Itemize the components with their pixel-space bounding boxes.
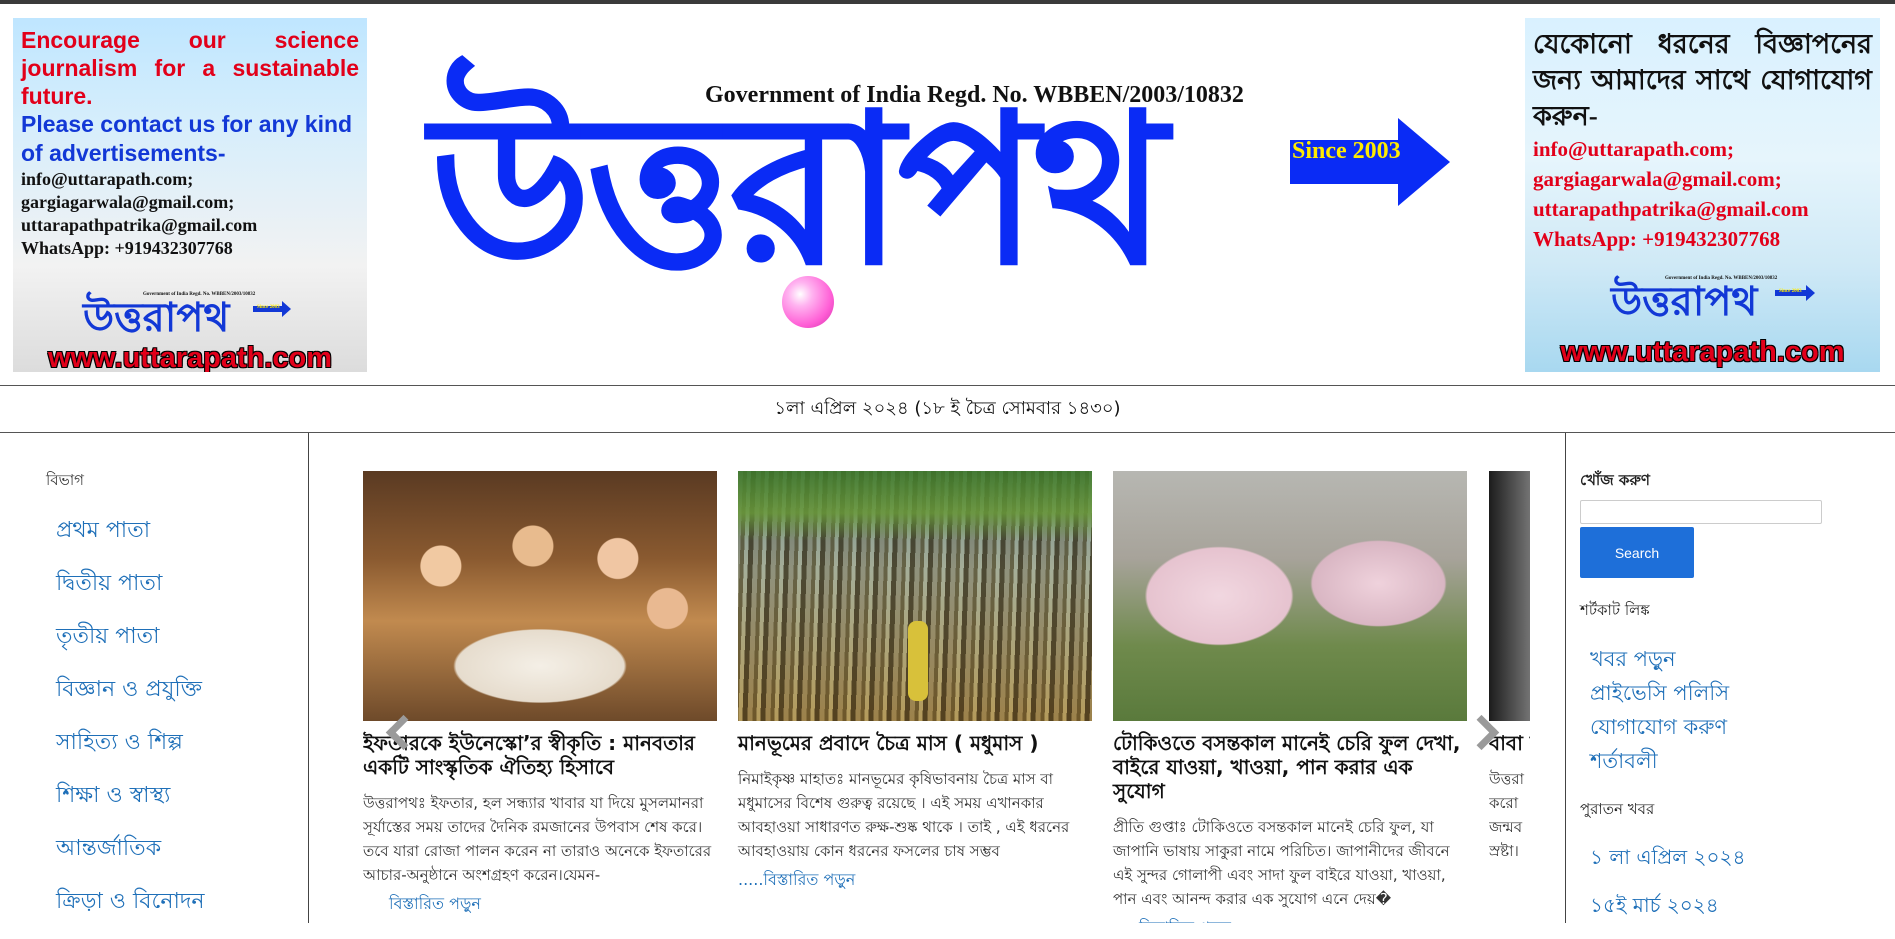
ad-headline: Encourage our science journalism for a s… — [21, 27, 359, 109]
news-title[interactable]: ইফতারকে ইউনেস্কো’র স্বীকৃতি : মানবতার এক… — [363, 731, 717, 779]
current-date: ১লা এপ্রিল ২০২৪ (১৮ ই চৈত্র সোমবার ১৪৩০) — [774, 397, 1121, 419]
category-heading: বিভাগ — [46, 471, 84, 489]
advertisement-left[interactable]: Encourage our science journalism for a s… — [13, 18, 367, 372]
news-image-portrait[interactable] — [1489, 471, 1530, 721]
news-card[interactable]: ইফতারকে ইউনেস্কো’র স্বীকৃতি : মানবতার এক… — [363, 471, 717, 918]
archive-list: ১ লা এপ্রিল ২০২৪ ১৫ই মার্চ ২০২৪ — [1590, 843, 1746, 939]
date-bar: ১লা এপ্রিল ২০২৪ (১৮ ই চৈত্র সোমবার ১৪৩০) — [0, 385, 1895, 433]
news-excerpt: উত্তরাপথঃ ইফতার, হল সন্ধ্যার খাবার যা দি… — [363, 794, 712, 884]
shortcut-heading: শর্টকাট লিঙ্ক — [1580, 601, 1650, 619]
category-item-third-page[interactable]: তৃতীয় পাতা — [56, 619, 205, 672]
logo-wordmark: উত্তরাপথ — [430, 70, 1167, 312]
category-item-international[interactable]: আন্তর্জাতিক — [56, 831, 205, 884]
category-item-first-page[interactable]: প্রথম পাতা — [56, 513, 205, 566]
ad-headline: যেকোনো ধরনের বিজ্ঞাপনের জন্য আমাদের সাথে… — [1533, 29, 1872, 131]
shortcut-contact[interactable]: যোগাযোগ করুণ — [1590, 711, 1729, 745]
news-title[interactable]: টোকিওতে বসন্তকাল মানেই চেরি ফুল দেখা, বা… — [1113, 731, 1467, 803]
search-input[interactable] — [1580, 500, 1822, 524]
shortcut-list: খবর পড়ুন প্রাইভেসি পলিসি যোগাযোগ করুণ শ… — [1590, 643, 1729, 779]
news-excerpt: প্রীতি গুপ্তাঃ টোকিওতে বসন্তকাল মানেই চে… — [1113, 818, 1450, 908]
category-sidebar: বিভাগ প্রথম পাতা দ্বিতীয় পাতা তৃতীয় পা… — [0, 433, 309, 923]
ad-email: gargiagarwala@gmail.com; — [21, 192, 235, 212]
ad-email: info@uttarapath.com; — [1533, 137, 1734, 161]
shortcut-read-news[interactable]: খবর পড়ুন — [1590, 643, 1729, 677]
ad-mini-since: Since 2003 — [1779, 289, 1802, 294]
category-list: প্রথম পাতা দ্বিতীয় পাতা তৃতীয় পাতা বিজ… — [56, 513, 205, 937]
ad-mini-since: Since 2003 — [257, 305, 280, 310]
ad-email: info@uttarapath.com; — [21, 169, 194, 189]
ad-website: www.uttarapath.com — [47, 342, 333, 372]
masthead-logo[interactable]: উত্তরাপথ Government of India Regd. No. W… — [430, 64, 1460, 334]
registration-number: Government of India Regd. No. WBBEN/2003… — [705, 82, 1244, 108]
ad-email: uttarapathpatrika@gmail.com — [1533, 197, 1809, 221]
ad-contact-line: Please contact us for any kind of advert… — [21, 111, 353, 166]
read-more-link[interactable]: .....বিস্তারিত পড়ুন — [738, 867, 1092, 894]
news-image-cherry-blossom[interactable] — [1113, 471, 1467, 721]
read-more-link[interactable]: বিস্তারিত পড়ুন — [363, 891, 717, 918]
archive-item[interactable]: ১ লা এপ্রিল ২০২৪ — [1590, 843, 1746, 891]
search-heading: খোঁজ করুণ — [1580, 471, 1651, 489]
ad-whatsapp: WhatsApp: +919432307768 — [21, 238, 233, 258]
logo-arrow-head — [1398, 118, 1450, 206]
news-card[interactable]: মানভূমের প্রবাদে চৈত্র মাস ( মধুমাস ) নি… — [738, 471, 1092, 894]
category-item-sports-entertainment[interactable]: ক্রিড়া ও বিনোদন — [56, 884, 205, 937]
main-content: ইফতারকে ইউনেস্কো’র স্বীকৃতি : মানবতার এক… — [309, 433, 1565, 923]
logo-pink-ball — [782, 276, 834, 328]
archive-heading: পুরাতন খবর — [1580, 800, 1655, 818]
news-image-sugarcane[interactable] — [738, 471, 1092, 721]
right-sidebar: খোঁজ করুণ Search শর্টকাট লিঙ্ক খবর পড়ুন… — [1565, 433, 1895, 923]
ad-mini-logo: উত্তরাপথ — [1611, 279, 1758, 325]
news-slider: ইফতারকে ইউনেস্কো’র স্বীকৃতি : মানবতার এক… — [363, 471, 1530, 923]
slider-next-icon[interactable] — [1469, 707, 1499, 757]
news-excerpt: নিমাইকৃষ্ণ মাহাতঃ মানভূমের কৃষিভাবনায় চ… — [738, 770, 1070, 860]
search-button[interactable]: Search — [1580, 527, 1694, 578]
site-header: Encourage our science journalism for a s… — [0, 4, 1895, 384]
read-more-link[interactable]: বিস্তারিত পড়ুন — [1113, 915, 1467, 923]
category-item-education-health[interactable]: শিক্ষা ও স্বাস্থ্য — [56, 778, 205, 831]
shortcut-privacy-policy[interactable]: প্রাইভেসি পলিসি — [1590, 677, 1729, 711]
news-card[interactable]: টোকিওতে বসন্তকাল মানেই চেরি ফুল দেখা, বা… — [1113, 471, 1467, 923]
since-label: Since 2003 — [1292, 138, 1401, 164]
shortcut-terms[interactable]: শর্তাবলী — [1590, 745, 1729, 779]
ad-whatsapp: WhatsApp: +919432307768 — [1533, 227, 1781, 251]
news-card[interactable]: বাবা সংগি কেন উত্তরা করো জন্মব স্রষ্টা। — [1489, 471, 1530, 887]
archive-item[interactable]: ১৫ই মার্চ ২০২৪ — [1590, 891, 1746, 939]
ad-email: uttarapathpatrika@gmail.com — [21, 215, 258, 235]
ad-website: www.uttarapath.com — [1560, 336, 1845, 368]
advertisement-right[interactable]: যেকোনো ধরনের বিজ্ঞাপনের জন্য আমাদের সাথে… — [1525, 18, 1880, 372]
ad-mini-logo: উত্তরাপথ — [83, 295, 230, 341]
news-title[interactable]: মানভূমের প্রবাদে চৈত্র মাস ( মধুমাস ) — [738, 731, 1092, 755]
category-item-science-technology[interactable]: বিজ্ঞান ও প্রযুক্তি — [56, 672, 205, 725]
news-image-iftar[interactable] — [363, 471, 717, 721]
news-excerpt: উত্তরা করো জন্মব স্রষ্টা। — [1489, 770, 1525, 860]
ad-email: gargiagarwala@gmail.com; — [1533, 167, 1782, 191]
category-item-second-page[interactable]: দ্বিতীয় পাতা — [56, 566, 205, 619]
slider-prev-icon[interactable] — [381, 707, 411, 757]
category-item-literature-art[interactable]: সাহিত্য ও শিল্প — [56, 725, 205, 778]
